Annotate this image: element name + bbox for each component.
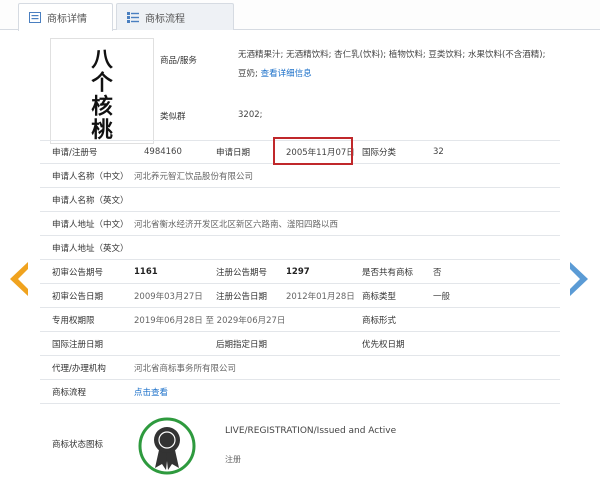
- app-no-value: 4984160: [144, 147, 182, 157]
- prelim-issue-label: 初审公告期号: [52, 267, 104, 278]
- row-process: 商标流程 点击查看: [40, 380, 560, 404]
- row-other-dates: 国际注册日期 后期指定日期 优先权日期: [40, 332, 560, 356]
- row-applicant-en: 申请人名称（英文）: [40, 188, 560, 212]
- intl-reg-date-label: 国际注册日期: [52, 339, 104, 350]
- tab-bar: 商标详情 商标流程: [0, 0, 600, 31]
- exclusive-label: 专用权期限: [52, 315, 95, 326]
- list-icon: [29, 12, 41, 23]
- registered-seal-icon: [138, 417, 196, 475]
- tab-label: 商标流程: [145, 13, 185, 25]
- reg-date-value: 2012年01月28日: [286, 291, 355, 302]
- similar-group-label: 类似群: [160, 112, 186, 122]
- goods-text: 无酒精果汁; 无酒精饮料; 杏仁乳(饮料); 植物饮料; 豆类饮料; 水果饮料(…: [238, 46, 554, 84]
- reg-issue-value: 1297: [286, 266, 310, 277]
- svg-text:个: 个: [90, 71, 113, 96]
- date-highlight-box: [273, 137, 353, 165]
- address-cn-value: 河北省衡水经济开发区北区新区六路南、滏阳四路以西: [134, 219, 339, 230]
- status-english: LIVE/REGISTRATION/Issued and Active: [225, 426, 397, 436]
- prelim-date-label: 初审公告日期: [52, 291, 104, 302]
- flow-icon: [127, 12, 139, 23]
- applicant-cn-label: 申请人名称（中文）: [52, 171, 129, 182]
- app-no-label: 申请/注册号: [52, 148, 98, 158]
- mark-form-label: 商标形式: [362, 315, 397, 326]
- address-cn-label: 申请人地址（中文）: [52, 219, 129, 230]
- row-address-cn: 申请人地址（中文） 河北省衡水经济开发区北区新区六路南、滏阳四路以西: [40, 212, 560, 236]
- priority-date-label: 优先权日期: [362, 339, 405, 350]
- next-arrow-icon[interactable]: [568, 262, 590, 296]
- tab-label: 商标详情: [47, 14, 87, 25]
- prelim-date-value: 2009年03月27日: [134, 291, 203, 302]
- row-status: 商标状态图标 LIVE/REGISTRATION/Issued and Acti…: [40, 404, 560, 483]
- tab-trademark-details[interactable]: 商标详情: [18, 3, 113, 31]
- prelim-issue-value: 1161: [134, 266, 158, 277]
- view-details-link[interactable]: 查看详细信息: [261, 69, 312, 79]
- reg-date-label: 注册公告日期: [216, 291, 268, 302]
- row-issue-numbers: 初审公告期号 1161 注册公告期号 1297 是否共有商标 否: [40, 260, 560, 284]
- exclusive-value: 2019年06月28日 至 2029年06月27日: [134, 315, 286, 326]
- mark-type-label: 商标类型: [362, 291, 397, 302]
- reg-issue-label: 注册公告期号: [216, 267, 268, 278]
- header-block: 八 个 核 桃 商品/服务 无酒精果汁; 无酒精饮料; 杏仁乳(饮料); 植物饮…: [40, 30, 560, 144]
- row-agent: 代理/办理机构 河北省商标事务所有限公司: [40, 356, 560, 380]
- row-address-en: 申请人地址（英文）: [40, 236, 560, 260]
- address-en-label: 申请人地址（英文）: [52, 243, 129, 254]
- row-exclusive-period: 专用权期限 2019年06月28日 至 2029年06月27日 商标形式: [40, 308, 560, 332]
- trademark-calligraphy: 八 个 核 桃: [90, 47, 113, 143]
- applicant-en-label: 申请人名称（英文）: [52, 195, 129, 206]
- intl-class-value: 32: [433, 147, 444, 157]
- agent-label: 代理/办理机构: [52, 363, 106, 374]
- trademark-image: 八 个 核 桃: [50, 38, 154, 144]
- shared-value: 否: [433, 267, 442, 278]
- app-date-label: 申请日期: [216, 148, 251, 158]
- row-applicant-cn: 申请人名称（中文） 河北养元智汇饮品股份有限公司: [40, 164, 560, 188]
- applicant-cn-value: 河北养元智汇饮品股份有限公司: [134, 171, 254, 182]
- process-link[interactable]: 点击查看: [134, 380, 168, 403]
- svg-text:核: 核: [91, 94, 113, 120]
- process-label: 商标流程: [52, 387, 87, 398]
- shared-label: 是否共有商标: [362, 267, 414, 278]
- tab-trademark-flow[interactable]: 商标流程: [116, 3, 234, 30]
- previous-arrow-icon[interactable]: [8, 262, 30, 296]
- similar-group-value: 3202;: [238, 110, 263, 120]
- intl-class-label: 国际分类: [362, 148, 397, 158]
- row-issue-dates: 初审公告日期 2009年03月27日 注册公告日期 2012年01月28日 商标…: [40, 284, 560, 308]
- svg-text:八: 八: [91, 47, 113, 72]
- status-chinese: 注册: [225, 455, 241, 464]
- trademark-detail-panel: 八 个 核 桃 商品/服务 无酒精果汁; 无酒精饮料; 杏仁乳(饮料); 植物饮…: [40, 30, 560, 483]
- mark-type-value: 一般: [433, 291, 451, 302]
- status-label: 商标状态图标: [52, 439, 104, 450]
- later-date-label: 后期指定日期: [216, 339, 268, 350]
- agent-value: 河北省商标事务所有限公司: [134, 363, 237, 374]
- goods-label: 商品/服务: [160, 56, 197, 66]
